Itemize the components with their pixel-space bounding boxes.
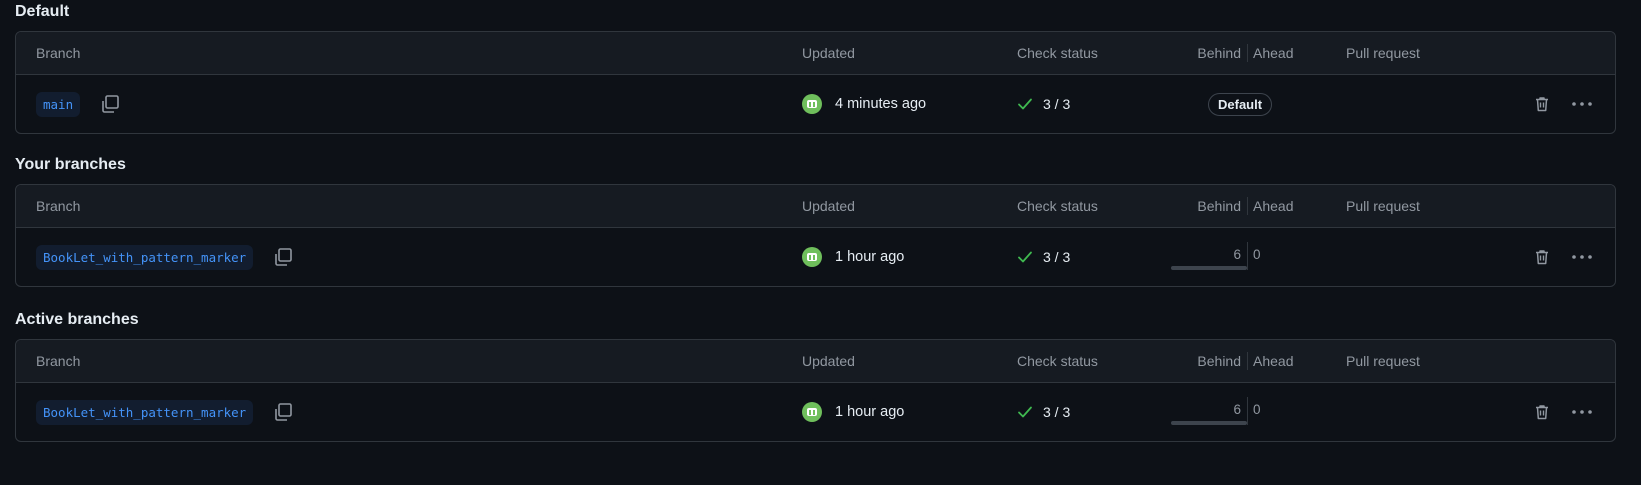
col-ahead: Ahead <box>1253 198 1294 214</box>
trash-icon[interactable] <box>1533 248 1551 266</box>
col-ahead: Ahead <box>1253 353 1294 369</box>
behind-count: 6 <box>1233 246 1241 262</box>
behind-count: 6 <box>1233 401 1241 417</box>
behind-cell: 6 <box>1156 383 1247 441</box>
ahead-count: 0 <box>1253 246 1261 262</box>
updated-time: 4 minutes ago <box>835 96 927 112</box>
branch-table: Branch Updated Check status Behind Ahead… <box>15 339 1616 442</box>
col-check-status: Check status <box>1017 45 1098 61</box>
kebab-icon[interactable] <box>1571 100 1593 108</box>
col-ahead: Ahead <box>1253 45 1294 61</box>
col-branch: Branch <box>36 353 81 369</box>
section-active-branches: Active branches Branch Updated Check sta… <box>15 309 1616 442</box>
updated-time: 1 hour ago <box>835 404 905 420</box>
avatar-icon[interactable] <box>802 94 822 114</box>
branch-table: Branch Updated Check status Behind Ahead… <box>15 31 1616 134</box>
behind-bar <box>1171 266 1247 270</box>
table-row: BookLet_with_pattern_marker 1 hour ago 3… <box>16 383 1615 441</box>
copy-icon[interactable] <box>99 93 121 115</box>
branch-link[interactable]: BookLet_with_pattern_marker <box>36 399 254 425</box>
trash-icon[interactable] <box>1533 95 1551 113</box>
check-cell[interactable]: 3 / 3 <box>1017 228 1070 286</box>
row-actions <box>1533 228 1593 286</box>
row-actions <box>1533 383 1593 441</box>
section-title: Default <box>15 3 70 20</box>
behind-cell: 6 <box>1156 228 1247 286</box>
col-branch: Branch <box>36 45 81 61</box>
col-behind: Behind <box>1197 198 1241 214</box>
col-behind: Behind <box>1197 45 1241 61</box>
check-icon <box>1017 249 1033 265</box>
col-updated: Updated <box>802 198 855 214</box>
table-row: BookLet_with_pattern_marker 1 hour ago 3… <box>16 228 1615 286</box>
kebab-icon[interactable] <box>1571 408 1593 416</box>
kebab-icon[interactable] <box>1571 253 1593 261</box>
branch-table: Branch Updated Check status Behind Ahead… <box>15 184 1616 287</box>
branch-link[interactable]: main <box>36 91 81 117</box>
check-count: 3 / 3 <box>1043 404 1071 420</box>
copy-icon[interactable] <box>272 401 294 423</box>
check-count: 3 / 3 <box>1043 249 1071 265</box>
section-title: Your branches <box>15 156 126 173</box>
updated-cell: 1 hour ago <box>802 228 904 286</box>
branch-link[interactable]: BookLet_with_pattern_marker <box>36 244 254 270</box>
check-icon <box>1017 96 1033 112</box>
check-cell[interactable]: 3 / 3 <box>1017 383 1070 441</box>
section-your-branches: Your branches Branch Updated Check statu… <box>15 154 1616 287</box>
col-behind: Behind <box>1197 353 1241 369</box>
col-updated: Updated <box>802 45 855 61</box>
table-header: Branch Updated Check status Behind Ahead… <box>16 340 1615 383</box>
updated-cell: 4 minutes ago <box>802 75 926 133</box>
avatar-icon[interactable] <box>802 402 822 422</box>
ahead-cell: 0 <box>1247 228 1261 286</box>
section-default: Default Branch Updated Check status Behi… <box>15 1 1616 134</box>
table-header: Branch Updated Check status Behind Ahead… <box>16 32 1615 75</box>
branch-cell: BookLet_with_pattern_marker <box>36 228 294 286</box>
copy-icon[interactable] <box>272 246 294 268</box>
default-badge: Default <box>1208 92 1273 116</box>
branch-cell: BookLet_with_pattern_marker <box>36 383 294 441</box>
table-header: Branch Updated Check status Behind Ahead… <box>16 185 1615 228</box>
table-row: main 4 minutes ago 3 / 3 Default <box>16 75 1615 133</box>
col-updated: Updated <box>802 353 855 369</box>
trash-icon[interactable] <box>1533 403 1551 421</box>
updated-time: 1 hour ago <box>835 249 905 265</box>
ahead-count: 0 <box>1253 401 1261 417</box>
row-actions <box>1533 75 1593 133</box>
col-branch: Branch <box>36 198 81 214</box>
avatar-icon[interactable] <box>802 247 822 267</box>
col-check-status: Check status <box>1017 198 1098 214</box>
default-cell: Default <box>1208 75 1273 133</box>
branch-cell: main <box>36 75 121 133</box>
behind-bar <box>1171 421 1247 425</box>
col-pull-request: Pull request <box>1346 45 1420 61</box>
check-count: 3 / 3 <box>1043 96 1071 112</box>
updated-cell: 1 hour ago <box>802 383 904 441</box>
col-check-status: Check status <box>1017 353 1098 369</box>
col-pull-request: Pull request <box>1346 353 1420 369</box>
ahead-cell: 0 <box>1247 383 1261 441</box>
section-title: Active branches <box>15 311 139 328</box>
col-pull-request: Pull request <box>1346 198 1420 214</box>
check-cell[interactable]: 3 / 3 <box>1017 75 1070 133</box>
check-icon <box>1017 404 1033 420</box>
